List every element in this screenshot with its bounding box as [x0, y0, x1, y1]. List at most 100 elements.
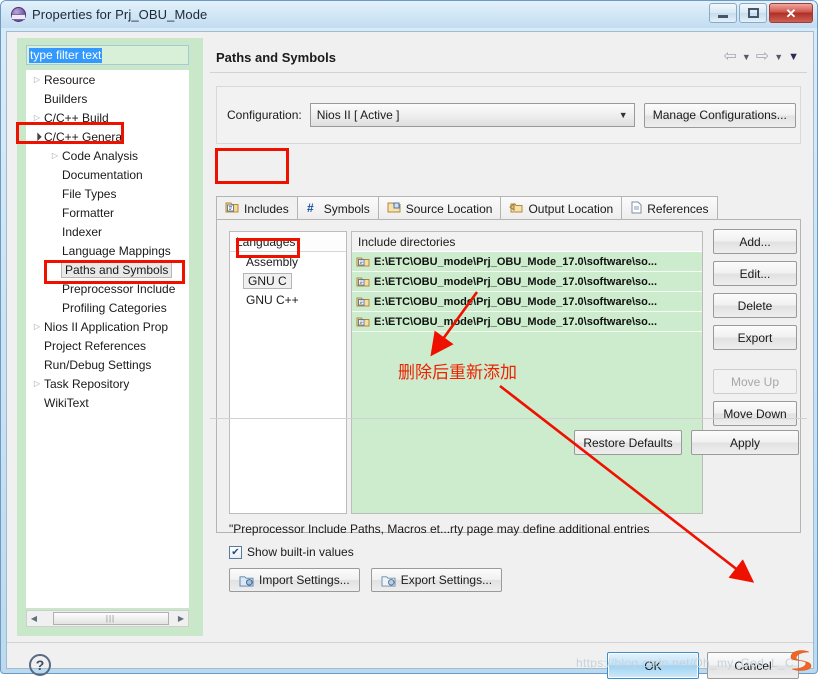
scroll-thumb[interactable]: |||	[52, 612, 169, 625]
watermark-logo-icon	[790, 650, 812, 671]
include-directory-row[interactable]: E:\ETC\OBU_mode\Prj_OBU_Mode_17.0\softwa…	[352, 252, 702, 272]
manage-configurations-button[interactable]: Manage Configurations...	[643, 102, 796, 128]
export-settings-label: Export Settings...	[400, 573, 493, 587]
sidebar-item-label: Project References	[44, 338, 147, 353]
export-settings-button[interactable]: Export Settings...	[370, 568, 503, 592]
add-button[interactable]: Add...	[713, 229, 797, 254]
help-icon[interactable]: ?	[29, 654, 51, 676]
page-bottom-divider	[210, 418, 807, 419]
sidebar-item-label: Language Mappings	[62, 243, 171, 258]
sidebar-item-project-references[interactable]: Project References	[26, 336, 189, 355]
sidebar-item-file-types[interactable]: File Types	[26, 184, 189, 203]
tree-horizontal-scrollbar[interactable]: ◀ ||| ▶	[26, 610, 189, 627]
hash-icon: #	[306, 201, 319, 217]
move-up-button[interactable]: Move Up	[713, 369, 797, 394]
tab-label: References	[647, 201, 709, 216]
tab-source-location[interactable]: Source Location	[377, 196, 502, 220]
back-dropdown-caret-icon[interactable]: ▼	[742, 52, 751, 62]
filter-input[interactable]: type filter text	[26, 45, 189, 65]
include-folder-icon	[356, 316, 370, 328]
tab-strip: Includes # Symbols Source Location Output Lo…	[216, 196, 801, 220]
restore-defaults-button[interactable]: Restore Defaults	[574, 430, 682, 455]
include-directory-path: E:\ETC\OBU_mode\Prj_OBU_Mode_17.0\softwa…	[374, 275, 658, 288]
delete-button[interactable]: Delete	[713, 293, 797, 318]
include-directory-row[interactable]: E:\ETC\OBU_mode\Prj_OBU_Mode_17.0\softwa…	[352, 272, 702, 292]
sidebar-item-label: Resource	[44, 72, 96, 87]
show-builtin-values-row[interactable]: ✔ Show built-in values	[229, 545, 354, 559]
maximize-button[interactable]	[739, 3, 767, 23]
title-bar: Properties for Prj_OBU_Mode ✕	[1, 1, 817, 28]
settings-tree[interactable]: ▷ Resource Builders ▷ C/C++ Build ◢ C/C++ Gene…	[26, 70, 189, 608]
language-label: GNU C++	[246, 292, 299, 307]
includes-icon	[225, 201, 239, 217]
show-builtin-values-checkbox[interactable]: ✔	[229, 545, 242, 559]
chevron-down-icon[interactable]: ◢	[29, 128, 45, 144]
watermark-text: https://blog.csdn.net/Oh_my_God_L_C	[576, 656, 794, 670]
svg-text:#: #	[307, 201, 314, 214]
sidebar-item-label: Profiling Categories	[62, 300, 167, 315]
chevron-right-icon[interactable]: ▷	[30, 379, 44, 388]
chevron-right-icon[interactable]: ▷	[30, 322, 44, 331]
chevron-right-icon[interactable]: ▷	[30, 113, 44, 122]
sidebar-item-label: Run/Debug Settings	[44, 357, 152, 372]
languages-list[interactable]: Languages Assembly GNU C GNU C++	[229, 231, 347, 514]
sidebar-item-task-repository[interactable]: ▷ Task Repository	[26, 374, 189, 393]
sidebar-item-label: Code Analysis	[62, 148, 139, 163]
sidebar-item-profiling-categories[interactable]: Profiling Categories	[26, 298, 189, 317]
sidebar-item-label: File Types	[62, 186, 117, 201]
sidebar-item-label: WikiText	[44, 395, 89, 410]
chevron-right-icon[interactable]: ▷	[48, 151, 62, 160]
export-button[interactable]: Export	[713, 325, 797, 350]
chevron-right-icon[interactable]: ▷	[30, 75, 44, 84]
sidebar-item-indexer[interactable]: Indexer	[26, 222, 189, 241]
import-settings-button[interactable]: Import Settings...	[229, 568, 360, 592]
show-builtin-values-label: Show built-in values	[247, 545, 354, 559]
sidebar-item-code-analysis[interactable]: ▷ Code Analysis	[26, 146, 189, 165]
include-directory-row[interactable]: E:\ETC\OBU_mode\Prj_OBU_Mode_17.0\softwa…	[352, 292, 702, 312]
back-arrow-icon[interactable]: ⇦	[723, 49, 736, 65]
tab-label: Symbols	[323, 201, 370, 216]
scroll-right-icon[interactable]: ▶	[174, 614, 188, 623]
tab-symbols[interactable]: # Symbols	[296, 196, 379, 220]
sidebar-item-language-mappings[interactable]: Language Mappings	[26, 241, 189, 260]
language-item-gnu-c-[interactable]: GNU C++	[230, 290, 346, 309]
sidebar-item-resource[interactable]: ▷ Resource	[26, 70, 189, 89]
forward-dropdown-caret-icon[interactable]: ▼	[774, 52, 783, 62]
move-down-button[interactable]: Move Down	[713, 401, 797, 426]
sidebar-item-c-c-build[interactable]: ▷ C/C++ Build	[26, 108, 189, 127]
page-menu-caret-icon[interactable]: ▼	[788, 51, 799, 63]
tab-references[interactable]: References	[621, 196, 718, 220]
close-icon: ✕	[785, 5, 797, 21]
language-item-gnu-c[interactable]: GNU C	[230, 271, 346, 290]
tab-output-location[interactable]: Output Location	[500, 196, 623, 220]
annotation-chinese-note: 删除后重新添加	[398, 363, 517, 383]
sidebar-item-paths-and-symbols[interactable]: Paths and Symbols	[26, 260, 189, 279]
sidebar-item-preprocessor-include[interactable]: Preprocessor Include	[26, 279, 189, 298]
minimize-button[interactable]	[709, 3, 737, 23]
scroll-left-icon[interactable]: ◀	[27, 614, 41, 623]
close-button[interactable]: ✕	[769, 3, 813, 23]
sidebar-item-run-debug-settings[interactable]: Run/Debug Settings	[26, 355, 189, 374]
sidebar-item-wikitext[interactable]: WikiText	[26, 393, 189, 412]
tab-includes[interactable]: Includes	[216, 196, 298, 220]
include-folder-icon	[356, 276, 370, 288]
language-item-assembly[interactable]: Assembly	[230, 252, 346, 271]
page-navigation-controls: ⇦ ▼ ⇨ ▼ ▼	[723, 49, 799, 65]
sidebar-item-nios-ii-application-prop[interactable]: ▷ Nios II Application Prop	[26, 317, 189, 336]
configuration-dropdown[interactable]: Nios II [ Active ] ▼	[309, 103, 635, 127]
sidebar-item-label: Task Repository	[44, 376, 130, 391]
apply-button[interactable]: Apply	[691, 430, 799, 455]
edit-button[interactable]: Edit...	[713, 261, 797, 286]
forward-arrow-icon[interactable]: ⇨	[756, 49, 769, 65]
include-directory-row[interactable]: E:\ETC\OBU_mode\Prj_OBU_Mode_17.0\softwa…	[352, 312, 702, 332]
minimize-icon	[718, 14, 728, 18]
configuration-value: Nios II [ Active ]	[316, 108, 400, 122]
paths-and-symbols-page: Paths and Symbols ⇦ ▼ ⇨ ▼ ▼ Configuratio…	[210, 38, 807, 636]
sidebar-item-c-c-general[interactable]: ◢ C/C++ General	[26, 127, 189, 146]
title-divider	[210, 72, 807, 73]
sidebar-item-formatter[interactable]: Formatter	[26, 203, 189, 222]
restore-defaults-label: Restore Defaults	[583, 435, 673, 450]
sidebar-item-builders[interactable]: Builders	[26, 89, 189, 108]
sidebar-item-label: Documentation	[62, 167, 143, 182]
sidebar-item-documentation[interactable]: Documentation	[26, 165, 189, 184]
